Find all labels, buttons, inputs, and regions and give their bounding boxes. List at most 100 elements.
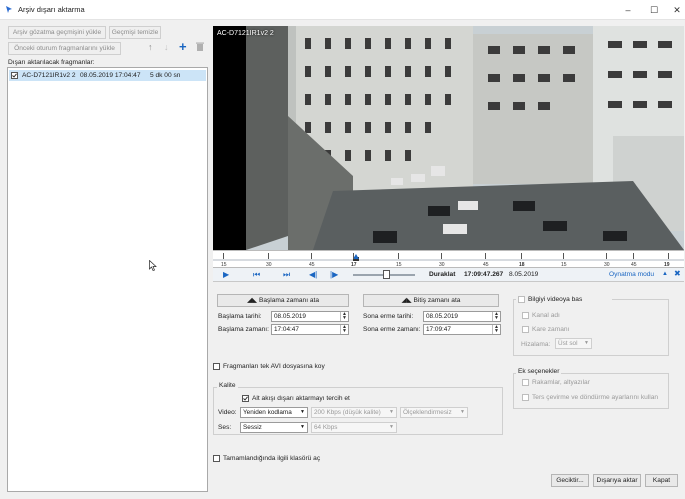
quality-group-title: Kalite — [217, 382, 238, 389]
playback-date: 8.05.2019 — [509, 271, 539, 278]
minimize-button[interactable]: – — [616, 2, 640, 18]
set-end-icon: ◢◣ — [401, 297, 414, 304]
audio-bitrate-value: 64 Kbps — [314, 424, 338, 431]
clear-history-button[interactable]: Geçmişi temizle — [109, 26, 161, 39]
start-time-label: Başlama zamanı: — [218, 326, 269, 333]
set-end-button[interactable]: ◢◣ Bitiş zamanı ata — [363, 294, 499, 307]
rotate-checkbox[interactable] — [522, 394, 529, 401]
close-dialog-button[interactable]: Kapat — [645, 474, 678, 487]
start-time-spinner[interactable]: ▲ ▼ — [340, 325, 348, 334]
speed-slider-thumb[interactable] — [383, 270, 390, 279]
single-avi-label: Fragmanları tek AVI dosyasına koy — [223, 363, 325, 370]
align-value: Üst sol — [558, 340, 578, 347]
single-avi-checkbox[interactable] — [213, 363, 220, 370]
digits-label: Rakamlar, altyazılar — [532, 379, 590, 386]
delay-button[interactable]: Geciktir... — [551, 474, 589, 487]
play-icon[interactable]: ▶ — [223, 270, 229, 279]
end-date-label: Sona erme tarihi: — [363, 313, 414, 320]
channel-name-label: Kanal adı — [532, 312, 560, 319]
move-down-icon[interactable]: ↓ — [164, 42, 169, 52]
end-date-spinner[interactable]: ▲ ▼ — [492, 312, 500, 321]
close-player-icon[interactable]: ✖ — [674, 269, 681, 278]
list-item[interactable]: AC-D7121IR1v2 2 08.05.2019 17:04:47 5 dk… — [9, 70, 206, 81]
chevron-down-icon: ▼ — [300, 409, 305, 415]
chevron-down-icon: ▼ — [389, 424, 394, 430]
start-time-value: 17:04:47 — [274, 326, 299, 333]
playback-status: Duraklat — [429, 271, 456, 278]
bitrate-select[interactable]: 200 Kbps (düşük kalite) ▼ — [311, 407, 397, 418]
align-label: Hizalama: — [521, 341, 551, 348]
extra-group-title: Ek seçenekler — [516, 368, 562, 375]
audio-mode-select[interactable]: Sessiz ▼ — [240, 422, 308, 433]
end-time-label: Sona erme zamanı: — [363, 326, 421, 333]
start-date-field[interactable]: 08.05.2019 ▲ ▼ — [271, 311, 349, 322]
frame-time-checkbox[interactable] — [522, 326, 529, 333]
align-select[interactable]: Üst sol ▼ — [555, 338, 592, 349]
chevron-down-icon: ▼ — [389, 409, 394, 415]
audio-label: Ses: — [218, 424, 232, 431]
prefer-sub-checkbox[interactable] — [242, 395, 249, 402]
open-folder-label: Tamamlandığında ilgili klasörü aç — [223, 455, 321, 462]
close-button[interactable]: ✕ — [665, 2, 685, 18]
frame-back-icon[interactable]: ◀| — [309, 270, 317, 279]
end-date-field[interactable]: 08.05.2019 ▲ ▼ — [423, 311, 501, 322]
frame-time-label: Kare zamanı — [532, 326, 570, 333]
speed-slider[interactable] — [353, 270, 415, 279]
start-date-spinner[interactable]: ▲ ▼ — [340, 312, 348, 321]
timeline[interactable]: 15 30 45 17 15 30 45 18 15 30 45 19 — [213, 250, 684, 268]
set-end-label: Bitiş zamanı ata — [413, 297, 461, 304]
skip-back-icon[interactable]: ⏮ — [253, 270, 260, 280]
video-overlay-text: AC-D7121IR1v2 2 — [217, 30, 274, 37]
frame-forward-icon[interactable]: |▶ — [330, 270, 338, 279]
skip-forward-icon[interactable]: ⏭ — [283, 270, 290, 280]
move-up-icon[interactable]: ↑ — [148, 42, 153, 52]
show-info-label: Bilgiyi videoya bas — [528, 296, 583, 303]
fragment-list-header: Dışarı aktarılacak fragmanlar: — [8, 59, 95, 66]
scale-value: Ölçeklendirmesiz — [403, 409, 452, 416]
bitrate-value: 200 Kbps (düşük kalite) — [314, 409, 381, 416]
video-viewport[interactable]: AC-D7121IR1v2 2 — [213, 26, 684, 250]
audio-mode-value: Sessiz — [243, 424, 262, 431]
info-group-header: Bilgiyi videoya bas — [516, 294, 612, 304]
window-title: Arşiv dışarı aktarma — [18, 5, 85, 14]
channel-name-checkbox[interactable] — [522, 312, 529, 319]
set-start-button[interactable]: ◢◣ Başlama zamanı ata — [217, 294, 349, 307]
prefer-sub-label: Alt akışı dışarı aktarmayı tercih et — [252, 395, 350, 402]
start-time-field[interactable]: 17:04:47 ▲ ▼ — [271, 324, 349, 335]
end-time-field[interactable]: 17:09:47 ▲ ▼ — [423, 324, 501, 335]
list-item-duration: 5 dk 00 sn — [150, 72, 181, 79]
rotate-label: Ters çevirme ve döndürme ayarlarını kull… — [532, 394, 659, 401]
digits-checkbox[interactable] — [522, 379, 529, 386]
delete-icon[interactable] — [196, 42, 204, 51]
list-item-date: 08.05.2019 17:04:47 — [80, 72, 141, 79]
title-bar: Arşiv dışarı aktarma – ☐ ✕ — [0, 0, 685, 20]
mouse-cursor-icon — [149, 259, 157, 274]
list-item-checkbox[interactable] — [11, 72, 18, 79]
player-controls: ▶ ⏮ ⏭ ◀| |▶ Duraklat 17:09:47.267 8.05.2… — [213, 268, 684, 282]
add-icon[interactable]: + — [179, 39, 187, 54]
show-info-checkbox[interactable] — [518, 296, 525, 303]
fragment-list[interactable]: AC-D7121IR1v2 2 08.05.2019 17:04:47 5 dk… — [7, 67, 208, 492]
end-time-value: 17:09:47 — [426, 326, 451, 333]
start-date-value: 08.05.2019 — [274, 313, 306, 320]
app-icon — [5, 5, 14, 14]
load-history-button[interactable]: Arşiv gözatma geçmişini yükle — [8, 26, 106, 39]
load-prev-session-button[interactable]: Önceki oturum fragmanlarını yükle — [8, 42, 121, 55]
set-start-label: Başlama zamanı ata — [258, 297, 320, 304]
chevron-down-icon: ▼ — [460, 409, 465, 415]
end-time-spinner[interactable]: ▲ ▼ — [492, 325, 500, 334]
scale-select[interactable]: Ölçeklendirmesiz ▼ — [400, 407, 468, 418]
playback-mode-link[interactable]: Oynatma modu — [609, 271, 654, 278]
collapse-icon[interactable]: ▲ — [662, 271, 668, 277]
maximize-button[interactable]: ☐ — [642, 2, 666, 18]
end-date-value: 08.05.2019 — [426, 313, 458, 320]
video-mode-select[interactable]: Yeniden kodlama ▼ — [240, 407, 308, 418]
audio-bitrate-select[interactable]: 64 Kbps ▼ — [311, 422, 397, 433]
set-start-icon: ◢◣ — [246, 297, 259, 304]
video-mode-value: Yeniden kodlama — [243, 409, 292, 416]
list-item-camera: AC-D7121IR1v2 2 — [22, 72, 76, 79]
video-label: Video: — [218, 409, 237, 416]
export-button[interactable]: Dışarıya aktar — [593, 474, 641, 487]
playback-time: 17:09:47.267 — [464, 271, 504, 278]
open-folder-checkbox[interactable] — [213, 455, 220, 462]
